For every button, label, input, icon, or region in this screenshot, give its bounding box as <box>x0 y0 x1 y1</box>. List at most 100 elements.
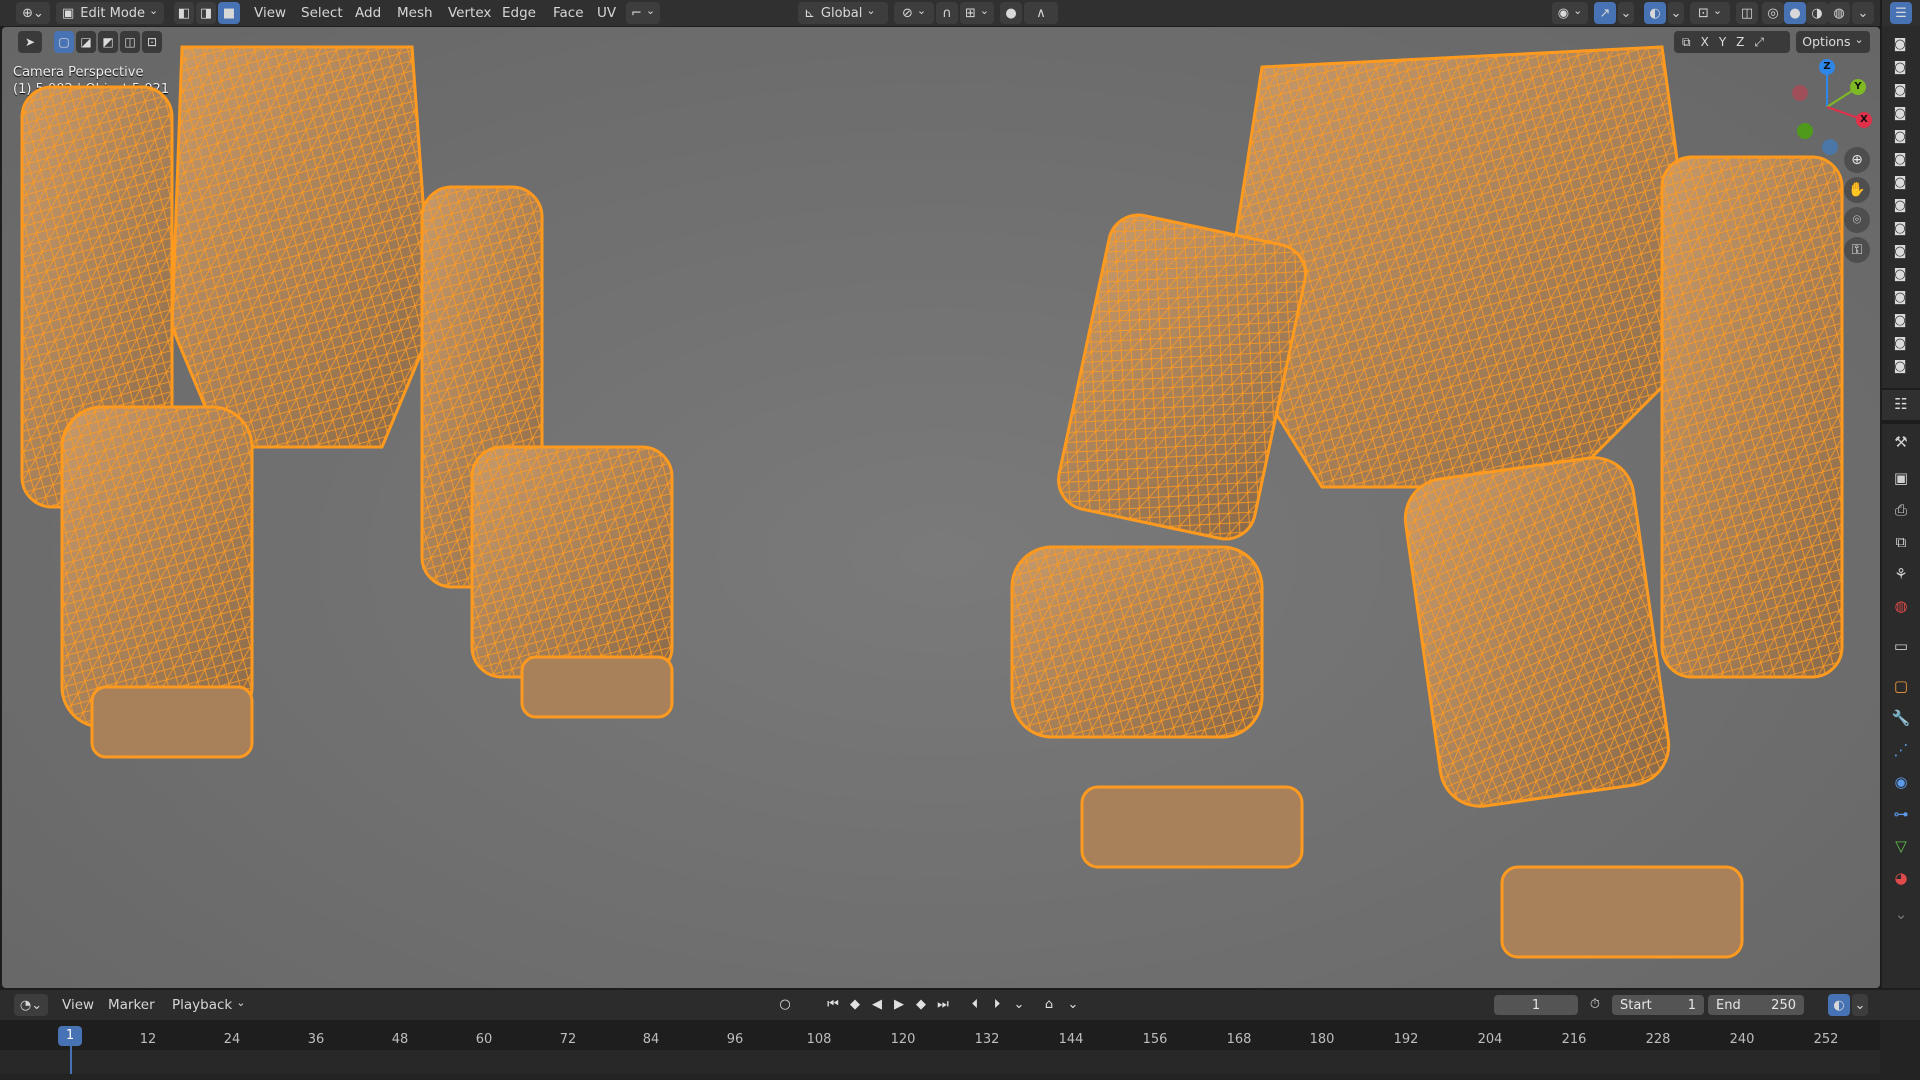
jump-start-button[interactable]: ⏮ <box>824 996 842 1014</box>
chevron-down-icon[interactable]: ⌄ <box>1891 904 1911 924</box>
camera-view-button[interactable]: ⌾ <box>1844 207 1870 233</box>
collection-tab-icon[interactable]: ▭ <box>1891 636 1911 656</box>
constraints-tab-icon[interactable]: ⊶ <box>1891 804 1911 824</box>
proportional-edit-toggle[interactable]: ● <box>1000 2 1022 24</box>
camera-icon[interactable]: ◙ <box>1892 199 1908 213</box>
prev-frame-button[interactable]: ⏴ <box>966 996 984 1014</box>
camera-icon[interactable]: ◙ <box>1892 176 1908 190</box>
menu-mesh[interactable]: Mesh <box>397 0 433 26</box>
lock-camera-button[interactable]: ⚿ <box>1844 237 1870 263</box>
preview-range-toggle[interactable]: ⏱ <box>1586 996 1604 1014</box>
overlays-toggle[interactable]: ◐ <box>1644 2 1666 24</box>
camera-icon[interactable]: ◙ <box>1892 245 1908 259</box>
editor-type-button[interactable]: ⊕⌄ <box>16 2 50 24</box>
xray-toggle[interactable]: ◫ <box>1736 2 1758 24</box>
gizmo-neg-y[interactable] <box>1797 123 1813 139</box>
snap-target-dropdown[interactable]: ⊞ <box>960 2 994 24</box>
render-tab-icon[interactable]: ▣ <box>1891 468 1911 488</box>
camera-icon[interactable]: ◙ <box>1892 84 1908 98</box>
pan-button[interactable]: ✋ <box>1844 177 1870 203</box>
vertex-select-button[interactable]: ◧ <box>174 2 194 24</box>
menu-add[interactable]: Add <box>355 0 381 26</box>
end-frame-field[interactable]: End 250 <box>1708 995 1804 1015</box>
menu-vertex[interactable]: Vertex <box>448 0 491 26</box>
gizmo-y[interactable]: Y <box>1850 79 1866 95</box>
start-frame-field[interactable]: Start 1 <box>1612 995 1704 1015</box>
shading-wireframe[interactable]: ◎ <box>1762 2 1784 24</box>
uv-sync-dropdown[interactable]: ⌐ <box>626 2 660 24</box>
tick-label: 96 <box>726 1032 744 1047</box>
timeline-overlay-dropdown[interactable]: ⌄ <box>1852 994 1868 1016</box>
navigation-gizmo[interactable]: Z Y X <box>1782 57 1872 157</box>
gizmo-x[interactable]: X <box>1856 112 1872 128</box>
camera-icon[interactable]: ◙ <box>1892 337 1908 351</box>
timeline-overlay-toggle[interactable]: ◐ <box>1828 994 1850 1016</box>
scene-tab-icon[interactable]: ⚘ <box>1891 564 1911 584</box>
keying-dropdown[interactable]: ⌄ <box>1010 996 1028 1014</box>
jump-end-button[interactable]: ⏭ <box>934 996 952 1014</box>
menu-face[interactable]: Face <box>553 0 584 26</box>
onion-skin-toggle[interactable]: ⌂ <box>1040 996 1058 1014</box>
next-keyframe-button[interactable]: ◆ <box>912 996 930 1014</box>
particles-tab-icon[interactable]: ⋰ <box>1891 740 1911 760</box>
camera-icon[interactable]: ◙ <box>1892 291 1908 305</box>
current-frame-field[interactable]: 1 <box>1494 995 1578 1015</box>
timeline-menu-view[interactable]: View <box>62 990 94 1020</box>
transform-orientation-dropdown[interactable]: ⊾ Global <box>798 2 888 24</box>
auto-key-toggle[interactable]: ○ <box>776 996 794 1014</box>
playhead[interactable]: 1 <box>58 1026 82 1046</box>
shading-solid[interactable]: ● <box>1784 2 1806 24</box>
camera-icon[interactable]: ◙ <box>1892 130 1908 144</box>
camera-icon[interactable]: ◙ <box>1892 222 1908 236</box>
3d-viewport[interactable]: ➤ ▢ ◪ ◩ ◫ ⊡ ⧉ X Y Z ⤢ Options Camera Per… <box>2 27 1880 988</box>
object-tab-icon[interactable]: ▢ <box>1891 676 1911 696</box>
shading-rendered[interactable]: ◍ <box>1828 2 1850 24</box>
gizmo-dropdown[interactable]: ⌄ <box>1618 2 1634 24</box>
output-tab-icon[interactable]: ⎙ <box>1891 500 1911 520</box>
shading-material[interactable]: ◑ <box>1806 2 1828 24</box>
overlays-dropdown[interactable]: ⌄ <box>1668 2 1684 24</box>
timeline-editor-type-button[interactable]: ◔⌄ <box>14 994 48 1016</box>
timeline-menu-marker[interactable]: Marker <box>108 990 155 1020</box>
camera-icon[interactable]: ◙ <box>1892 107 1908 121</box>
visibility-dropdown[interactable]: ◉ <box>1552 2 1588 24</box>
camera-icon[interactable]: ◙ <box>1892 268 1908 282</box>
world-tab-icon[interactable]: ◍ <box>1891 596 1911 616</box>
prev-keyframe-button[interactable]: ◆ <box>846 996 864 1014</box>
gizmo-neg-z[interactable] <box>1822 139 1838 155</box>
play-reverse-button[interactable]: ◀ <box>868 996 886 1014</box>
camera-icon[interactable]: ◙ <box>1892 360 1908 374</box>
modifier-tab-icon[interactable]: 🔧 <box>1891 708 1911 728</box>
sync-dropdown[interactable]: ⌄ <box>1064 996 1082 1014</box>
play-button[interactable]: ▶ <box>890 996 908 1014</box>
timeline-menu-playback[interactable]: Playback <box>172 990 245 1020</box>
gizmo-neg-x[interactable] <box>1792 85 1808 101</box>
tool-tab-icon[interactable]: ⚒ <box>1891 432 1911 452</box>
camera-icon[interactable]: ◙ <box>1892 61 1908 75</box>
falloff-dropdown[interactable]: ∧ <box>1024 2 1058 24</box>
next-frame-button[interactable]: ⏵ <box>988 996 1006 1014</box>
shading-dropdown[interactable]: ⌄ <box>1852 2 1874 24</box>
gizmo-toggle[interactable]: ↗ <box>1594 2 1616 24</box>
zoom-button[interactable]: ⊕ <box>1844 147 1870 173</box>
menu-edge[interactable]: Edge <box>502 0 536 26</box>
face-select-button[interactable]: ■ <box>218 2 240 24</box>
menu-select[interactable]: Select <box>301 0 343 26</box>
material-tab-icon[interactable]: ◕ <box>1891 868 1911 888</box>
view-layer-tab-icon[interactable]: ⧉ <box>1891 532 1911 552</box>
camera-icon[interactable]: ◙ <box>1892 314 1908 328</box>
gizmo-z[interactable]: Z <box>1819 59 1835 75</box>
menu-view[interactable]: View <box>254 0 286 26</box>
pivot-point-dropdown[interactable]: ⊘ <box>894 2 934 24</box>
physics-tab-icon[interactable]: ◉ <box>1891 772 1911 792</box>
camera-icon[interactable]: ◙ <box>1892 153 1908 167</box>
mesh-edit-overlays-dropdown[interactable]: ⊡ <box>1690 2 1730 24</box>
camera-icon[interactable]: ◙ <box>1892 38 1908 52</box>
properties-editor-icon[interactable]: ☷ <box>1891 394 1911 414</box>
snap-toggle[interactable]: ∩ <box>936 2 958 24</box>
data-tab-icon[interactable]: ▽ <box>1891 836 1911 856</box>
menu-uv[interactable]: UV <box>597 0 616 26</box>
outliner-editor-button[interactable]: ☰ <box>1890 2 1912 24</box>
mode-dropdown[interactable]: ▣ Edit Mode <box>56 2 164 24</box>
edge-select-button[interactable]: ◨ <box>196 2 216 24</box>
